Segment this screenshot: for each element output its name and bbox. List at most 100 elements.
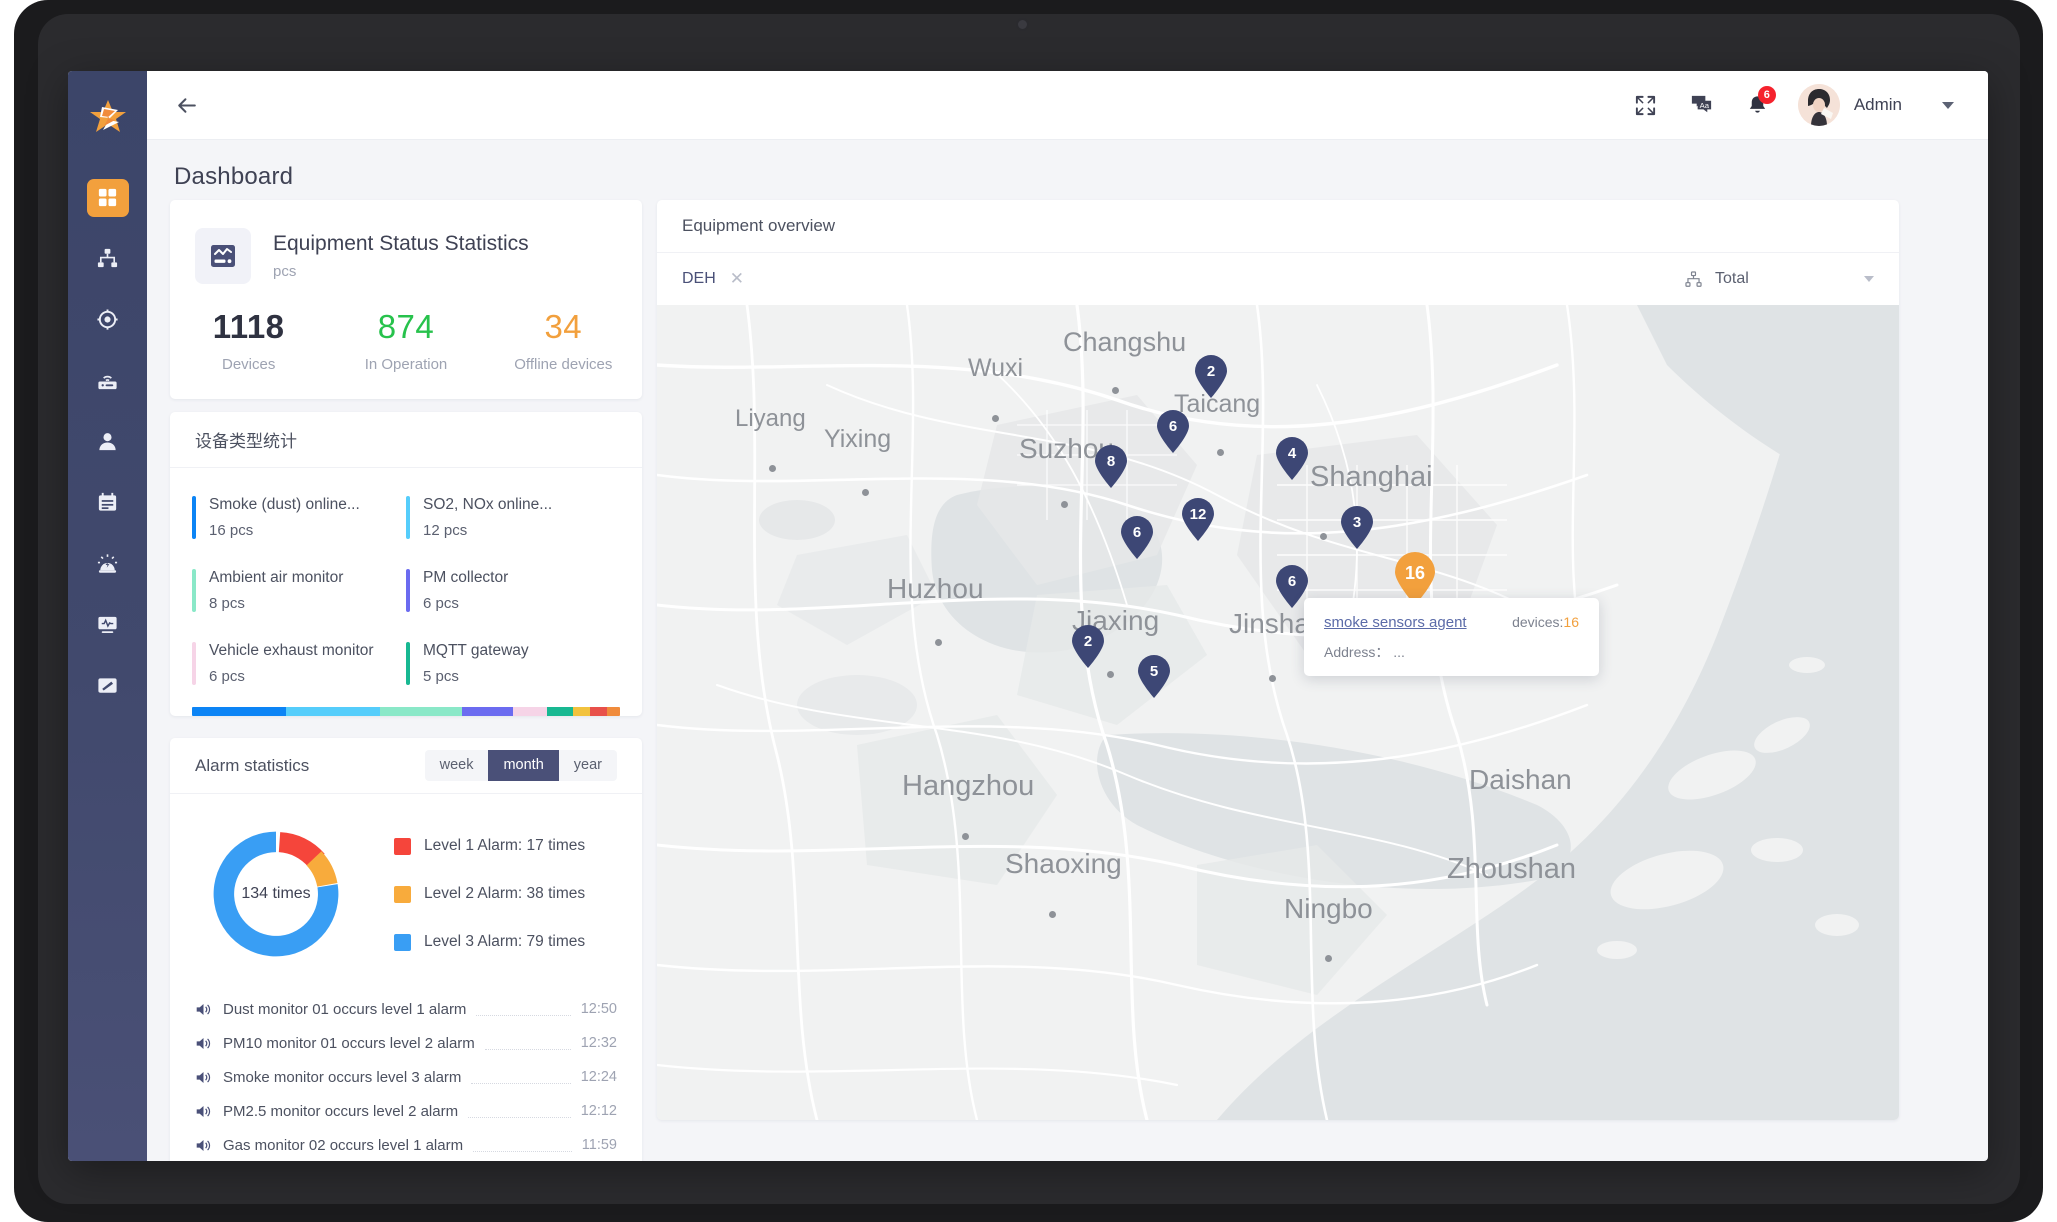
city-dot [769, 465, 776, 472]
map-graphic [657, 305, 1899, 1120]
distribution-segment [607, 707, 620, 716]
alarm-statistics-title: Alarm statistics [195, 755, 310, 775]
device-type-name: Vehicle exhaust monitor [209, 642, 374, 659]
stat-offline: 34 Offline devices [485, 308, 642, 373]
map-marker[interactable]: 6 [1156, 410, 1190, 454]
city-dot [1320, 533, 1327, 540]
device-type-grid: Smoke (dust) online... 16 pcs SO2, NOx o… [170, 468, 642, 707]
city-dot [1217, 449, 1224, 456]
sidebar-item-alarms[interactable] [68, 533, 147, 594]
alarm-list-item[interactable]: Smoke monitor occurs level 3 alarm 12:24 [195, 1060, 617, 1094]
range-week[interactable]: week [425, 750, 489, 781]
notifications-button[interactable]: 6 [1730, 79, 1786, 131]
speaker-alert-icon [195, 1103, 217, 1120]
sidebar-item-gateway[interactable] [68, 350, 147, 411]
map-marker-count: 6 [1168, 418, 1178, 435]
clipboard-calendar-icon [98, 492, 117, 511]
range-month[interactable]: month [488, 749, 559, 782]
map-canvas[interactable]: Changshu Wuxi Liyang Yixing Taicang Suzh… [657, 305, 1899, 1120]
map-marker-count: 5 [1149, 663, 1159, 680]
alarm-list-item[interactable]: PM10 monitor 01 occurs level 2 alarm 12:… [195, 1026, 617, 1060]
alarm-list-item[interactable]: Gas monitor 02 occurs level 1 alarm 11:5… [195, 1128, 617, 1161]
map-popup: smoke sensors agent devices:16 Address： … [1304, 598, 1599, 676]
sidebar-item-location[interactable] [68, 289, 147, 350]
overview-scope-select[interactable]: Total [1684, 270, 1874, 289]
alarm-time: 12:24 [580, 1069, 617, 1085]
avatar[interactable] [1797, 84, 1840, 126]
back-button[interactable] [169, 88, 203, 122]
sidebar-item-organization[interactable] [68, 228, 147, 289]
user-menu-caret[interactable] [1942, 101, 1954, 109]
alarm-list-item[interactable]: Dust monitor 01 occurs level 1 alarm 12:… [195, 992, 617, 1026]
device-type-item[interactable]: PM collector 6 pcs [406, 561, 620, 634]
equipment-overview-title: Equipment overview [657, 200, 1899, 253]
close-x-icon[interactable]: ✕ [730, 269, 744, 289]
stat-devices-label: Devices [221, 356, 276, 373]
device-type-card: 设备类型统计 Smoke (dust) online... 16 pcs SO2… [170, 412, 642, 716]
user-avatar [1797, 84, 1840, 126]
city-dot [1061, 501, 1068, 508]
alarm-siren-icon [97, 554, 118, 573]
device-type-count: 16 pcs [209, 522, 254, 539]
alarm-text: Gas monitor 02 occurs level 1 alarm [223, 1136, 464, 1154]
range-year[interactable]: year [559, 750, 617, 781]
alarm-list-item[interactable]: PM2.5 monitor occurs level 2 alarm 12:12 [195, 1094, 617, 1128]
device-type-item[interactable]: MQTT gateway 5 pcs [406, 634, 620, 707]
language-button[interactable]: Aa [1674, 79, 1730, 131]
map-popup-link[interactable]: smoke sensors agent [1324, 614, 1467, 631]
alarm-range-control: week month year [424, 749, 617, 782]
distribution-segment [286, 707, 381, 716]
map-popup-address: Address： ... [1324, 642, 1579, 662]
equipment-status-stats: 1118 Devices 874 In Operation 34 Offline… [170, 292, 642, 399]
stat-offline-label: Offline devices [514, 356, 613, 373]
city-dot [1325, 955, 1332, 962]
legend-label: Level 1 Alarm: 17 times [424, 837, 586, 854]
page-title: Dashboard [174, 163, 294, 190]
speaker-alert-icon [195, 1035, 217, 1052]
map-marker[interactable]: 5 [1137, 655, 1171, 699]
device-type-count: 6 pcs [423, 595, 459, 612]
map-marker[interactable]: 2 [1071, 625, 1105, 669]
map-marker[interactable]: 12 [1181, 498, 1215, 542]
device-camera [1016, 18, 1029, 31]
stat-in-operation-value: 874 [377, 308, 435, 345]
map-marker[interactable]: 6 [1120, 516, 1154, 560]
sidebar-item-dashboard[interactable] [68, 167, 147, 228]
left-column: Equipment Status Statistics pcs 1118 Dev… [170, 200, 642, 1161]
svg-text:Aa: Aa [1700, 100, 1710, 109]
legend-label: Level 3 Alarm: 79 times [424, 933, 586, 950]
map-marker[interactable]: 2 [1194, 355, 1228, 399]
city-dot [962, 833, 969, 840]
map-marker[interactable]: 8 [1094, 445, 1128, 489]
device-type-item[interactable]: Vehicle exhaust monitor 6 pcs [192, 634, 406, 707]
map-marker[interactable]: 4 [1275, 437, 1309, 481]
map-marker[interactable]: 3 [1340, 506, 1374, 550]
city-dot [1269, 675, 1276, 682]
map-marker-count: 8 [1106, 453, 1116, 470]
filter-chip-deh[interactable]: DEH ✕ [682, 269, 744, 289]
sidebar-item-monitor[interactable] [68, 594, 147, 655]
device-type-item[interactable]: SO2, NOx online... 12 pcs [406, 488, 620, 561]
alarm-time: 12:50 [580, 1001, 617, 1017]
map-marker-count: 2 [1083, 633, 1093, 650]
app-logo[interactable] [68, 83, 147, 153]
sidebar-item-users[interactable] [68, 411, 147, 472]
map-marker-count: 16 [1404, 563, 1426, 583]
device-type-count: 8 pcs [209, 595, 245, 612]
device-type-count: 12 pcs [423, 522, 468, 539]
equipment-status-title: Equipment Status Statistics [273, 232, 529, 255]
fullscreen-button[interactable] [1618, 79, 1674, 131]
distribution-segment [192, 707, 287, 716]
device-type-item[interactable]: Smoke (dust) online... 16 pcs [192, 488, 406, 561]
target-location-icon [97, 309, 118, 330]
legend-item-level3: Level 3 Alarm: 79 times [394, 933, 585, 951]
distribution-segment [461, 707, 513, 716]
legend-label: Level 2 Alarm: 38 times [424, 885, 586, 902]
device-type-name: Ambient air monitor [209, 569, 344, 586]
sidebar-item-maintenance[interactable] [68, 655, 147, 716]
sidebar-item-records[interactable] [68, 472, 147, 533]
alarm-time: 11:59 [581, 1137, 617, 1153]
stat-devices-value: 1118 [212, 308, 285, 345]
sidebar-nav [68, 167, 147, 716]
device-type-item[interactable]: Ambient air monitor 8 pcs [192, 561, 406, 634]
